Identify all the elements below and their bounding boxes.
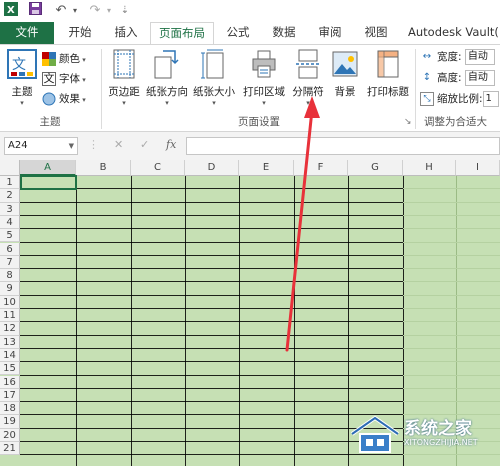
annotation-arrow-head <box>304 96 320 118</box>
annotation-arrow <box>285 96 320 352</box>
annotation-arrow-shaft <box>285 108 314 352</box>
